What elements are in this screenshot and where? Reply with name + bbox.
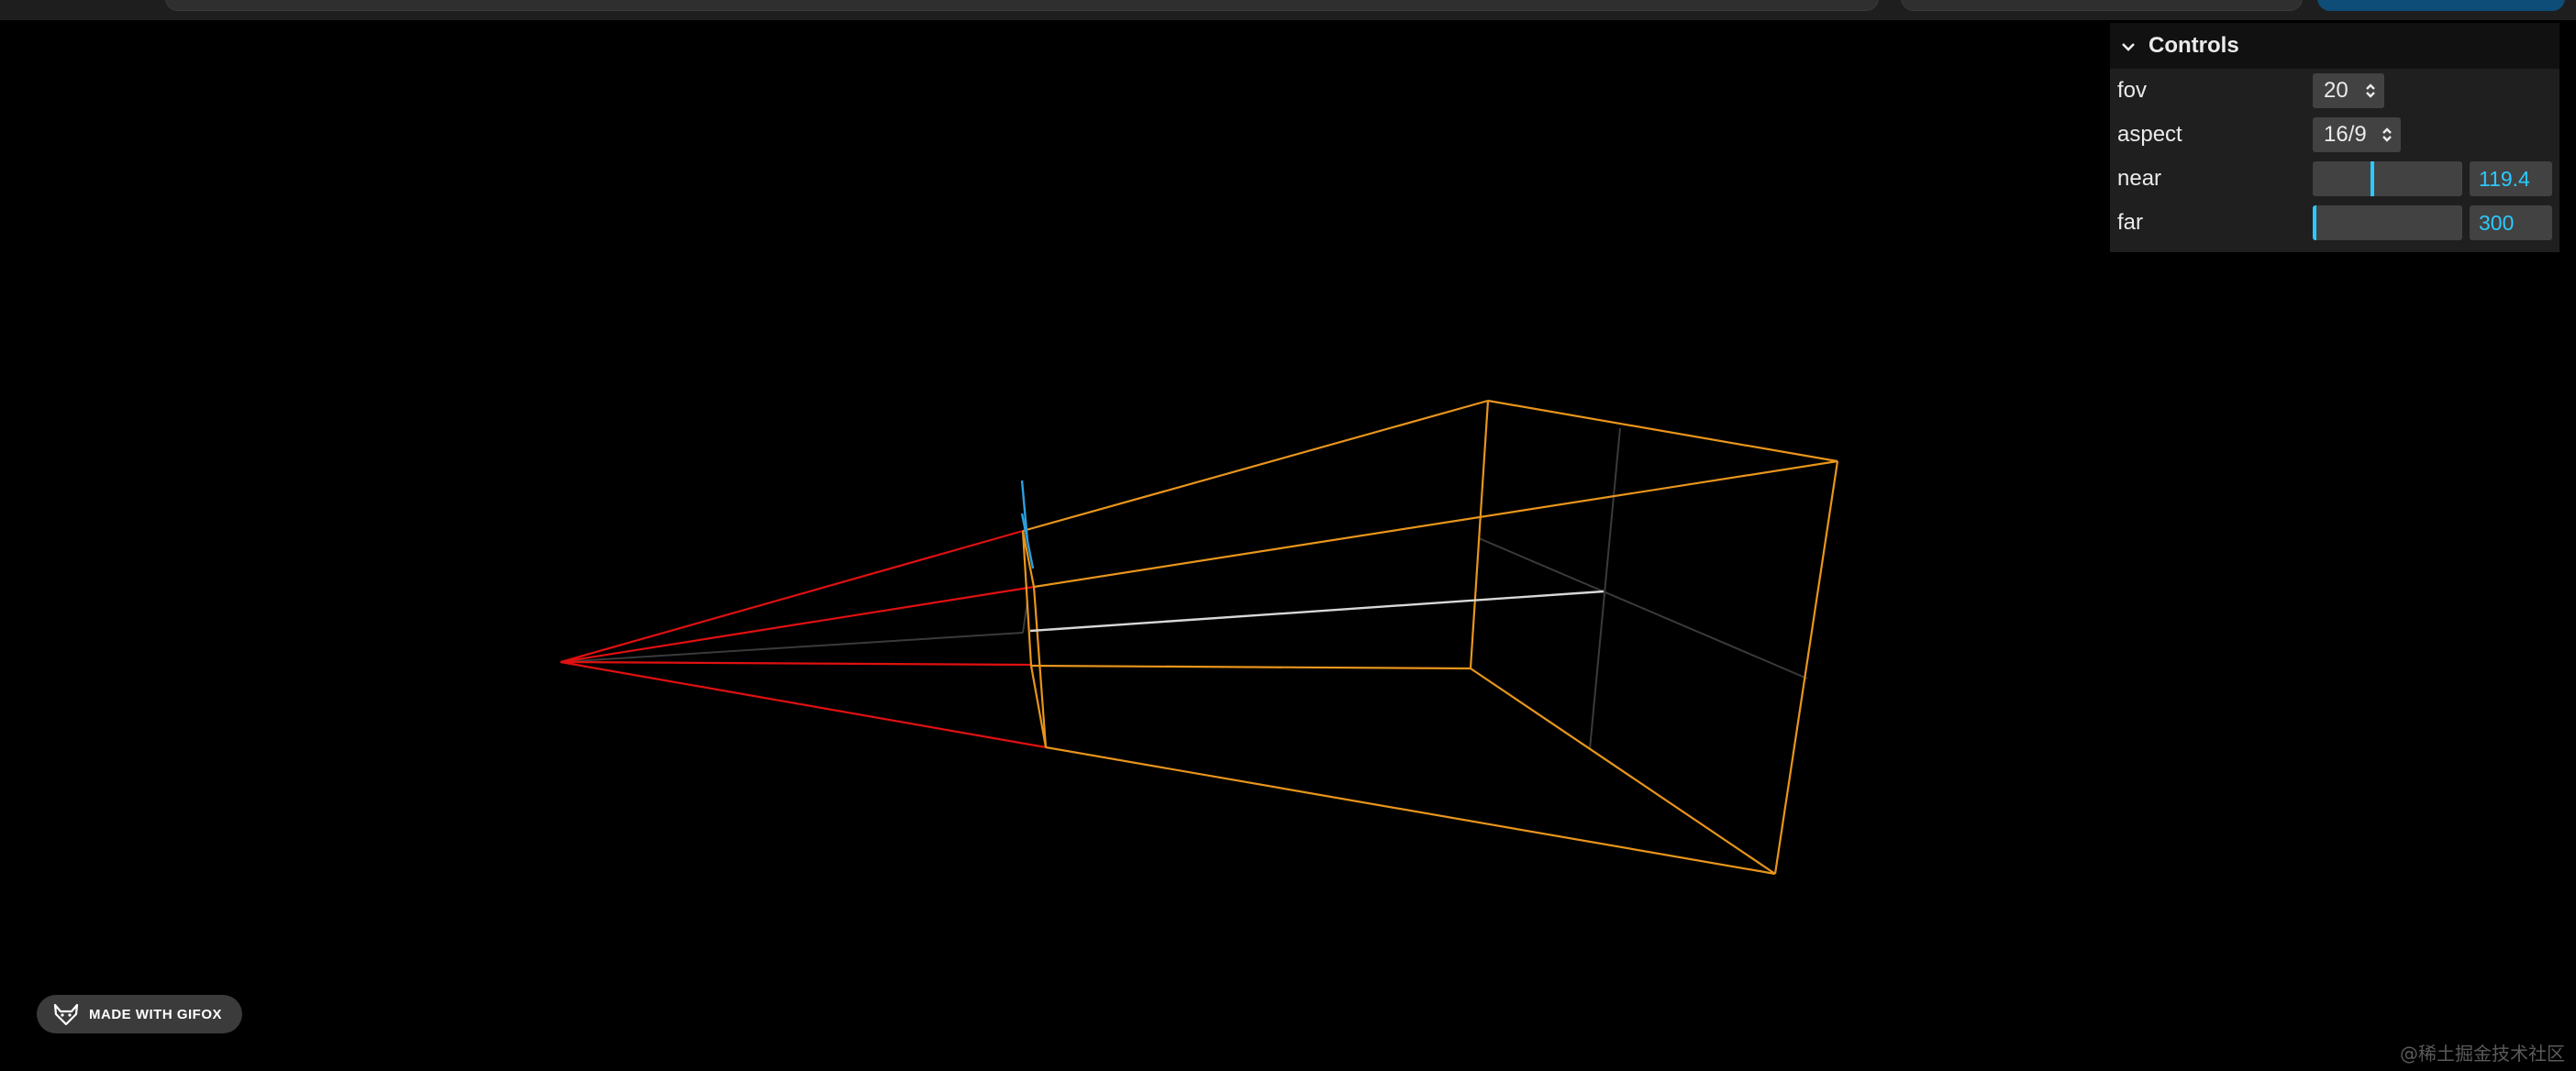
- near-plane-edge-right: [1032, 586, 1048, 748]
- frustum-edge-top: [1022, 399, 1489, 533]
- frustum-back-line: [560, 632, 1024, 663]
- aspect-select[interactable]: 16/9: [2313, 117, 2401, 152]
- aspect-label: aspect: [2117, 122, 2182, 147]
- control-row-aspect: aspect 16/9: [2110, 113, 2559, 157]
- frustum-edge-bottom: [1045, 745, 1776, 876]
- watermark: @稀土掘金技术社区: [2400, 1043, 2565, 1065]
- far-plane-edge-bottom: [1470, 668, 1776, 875]
- frustum-origin-line-top: [560, 529, 1024, 664]
- far-plane-edge-left: [1469, 400, 1490, 669]
- fov-value: 20: [2324, 78, 2348, 103]
- frustum-origin-line-upper: [560, 585, 1035, 664]
- gifox-badge: MADE WITH GIFOX: [37, 995, 242, 1033]
- control-row-near: near 119.4: [2110, 157, 2559, 201]
- frustum-origin-line-mid: [560, 660, 1033, 667]
- near-label: near: [2117, 166, 2162, 191]
- aspect-value: 16/9: [2324, 122, 2367, 147]
- near-number-input[interactable]: 119.4: [2470, 161, 2552, 196]
- far-plane-edge-right: [1773, 460, 1839, 875]
- frustum-up-line: [1589, 427, 1621, 750]
- fox-logo-icon: [53, 1003, 79, 1026]
- fov-label: fov: [2117, 78, 2148, 103]
- near-slider-thumb[interactable]: [2371, 161, 2374, 196]
- frustum-origin-line-bottom: [560, 660, 1047, 749]
- frustum-center-line: [1029, 590, 1604, 633]
- frustum-side-line: [1478, 537, 1808, 679]
- near-slider[interactable]: [2313, 161, 2462, 196]
- control-row-fov: fov 20: [2110, 69, 2559, 113]
- app-viewport: Controls fov 20 aspect 16/9 near 119.4 f…: [0, 0, 2576, 1071]
- chevron-down-icon: [2121, 33, 2139, 59]
- control-row-far: far 300: [2110, 201, 2559, 245]
- fov-select[interactable]: 20: [2313, 73, 2384, 108]
- select-arrows-icon: [2382, 127, 2392, 142]
- controls-title-bar[interactable]: Controls: [2110, 23, 2559, 69]
- far-slider[interactable]: [2313, 205, 2462, 240]
- frustum-edge-upper: [1033, 459, 1838, 589]
- far-label: far: [2117, 210, 2144, 235]
- gifox-badge-text: MADE WITH GIFOX: [89, 1006, 222, 1022]
- select-arrows-icon: [2366, 83, 2375, 98]
- far-plane-edge-top: [1487, 399, 1838, 463]
- frustum-edge-mid: [1031, 664, 1471, 670]
- controls-panel: Controls fov 20 aspect 16/9 near 119.4 f…: [2110, 23, 2559, 252]
- far-slider-thumb[interactable]: [2313, 205, 2316, 240]
- controls-title: Controls: [2149, 33, 2239, 58]
- far-number-input[interactable]: 300: [2470, 205, 2552, 240]
